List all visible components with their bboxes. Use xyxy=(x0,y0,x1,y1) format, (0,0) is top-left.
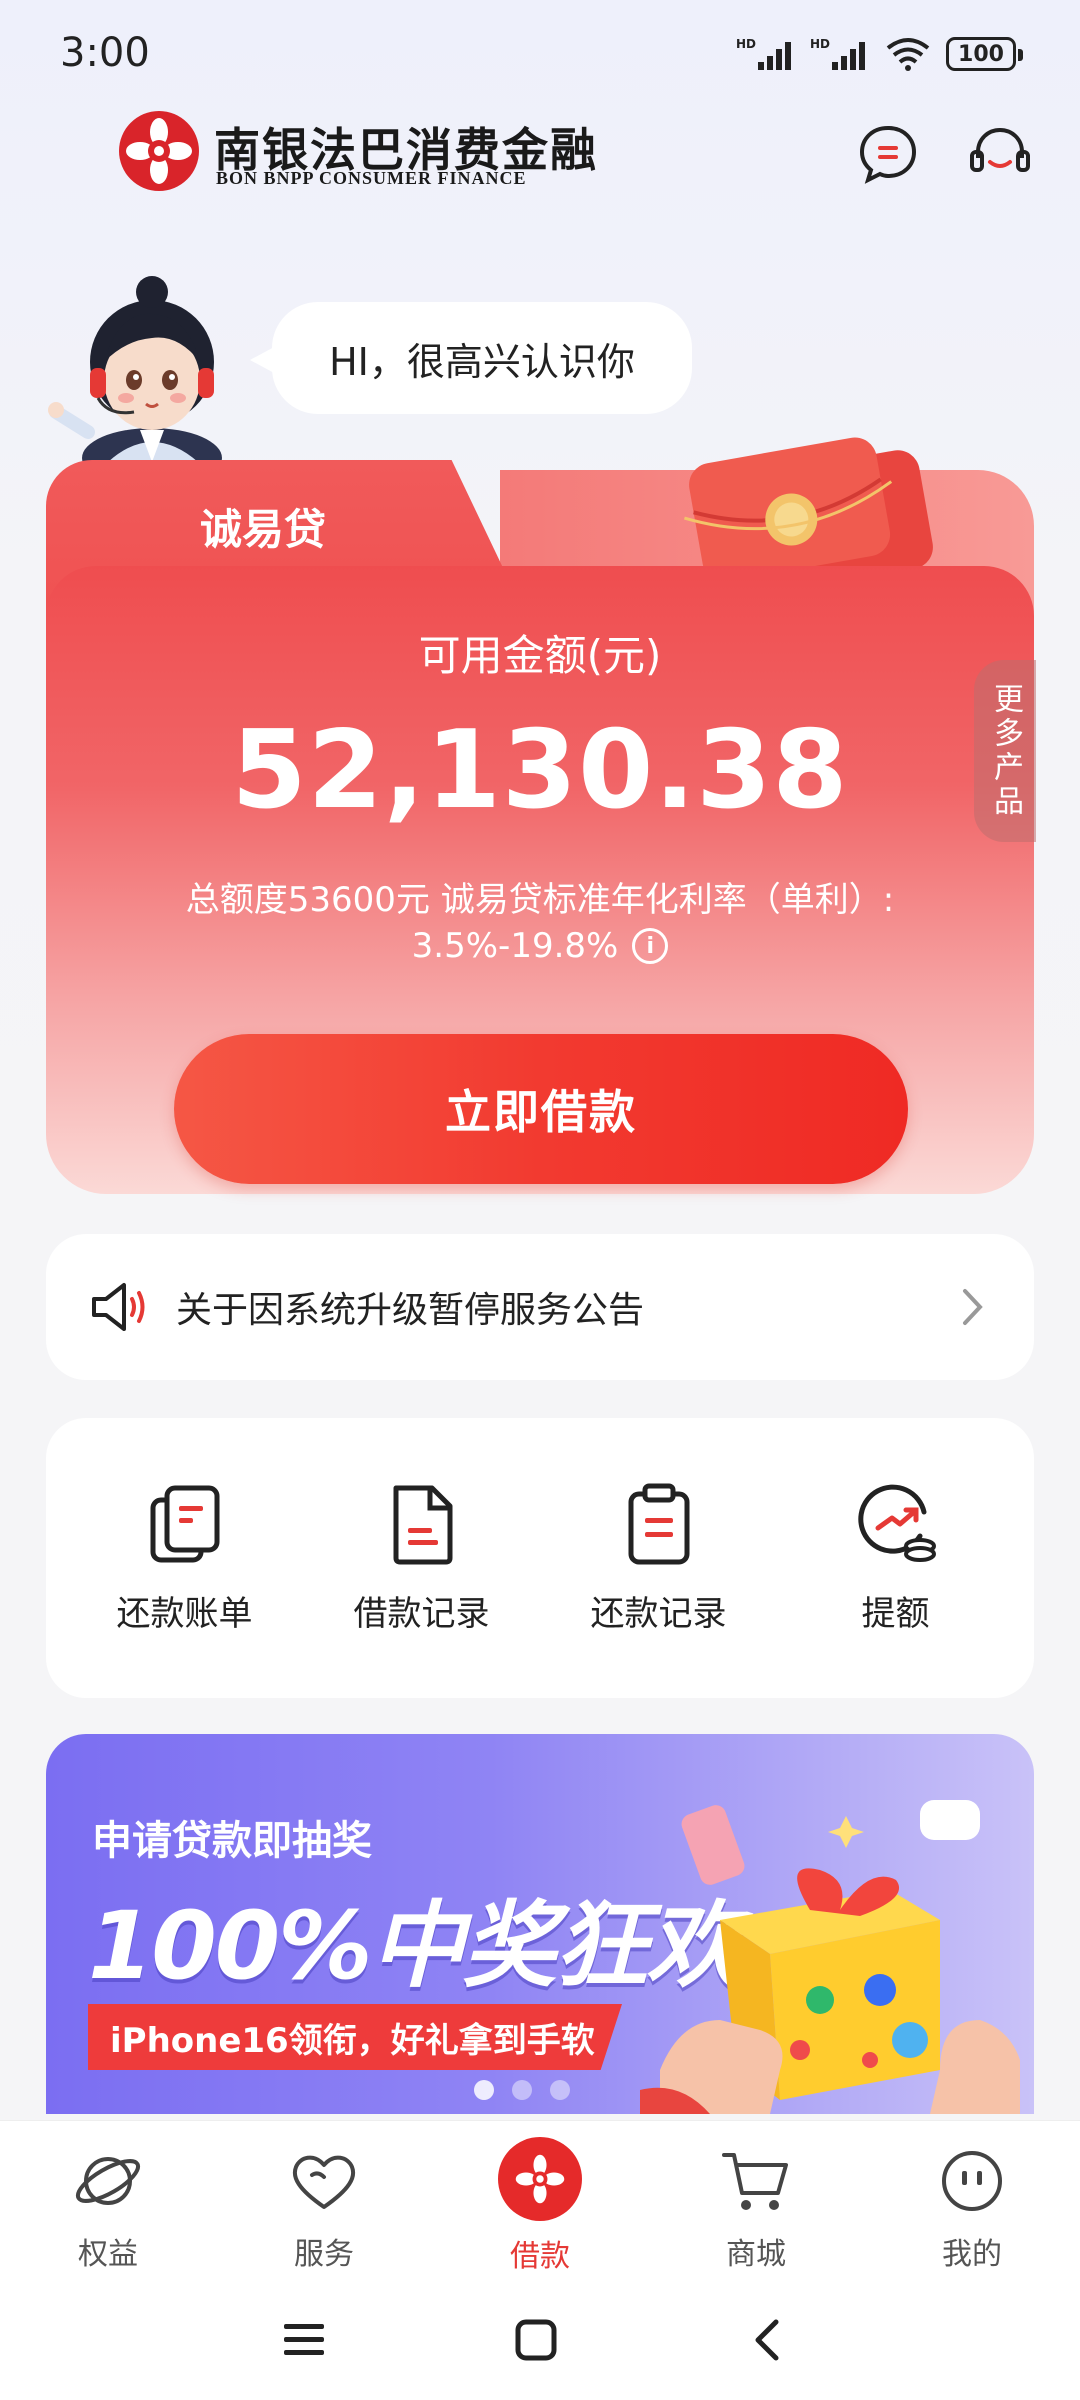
gift-box-icon xyxy=(640,1800,1020,2114)
raise-limit-action[interactable]: 提额 xyxy=(796,1418,996,1698)
more-products-tab[interactable]: 更多产品 xyxy=(974,660,1036,842)
pager-dot[interactable] xyxy=(550,2080,570,2100)
nav-label: 我的 xyxy=(942,2237,1002,2272)
system-nav-bar xyxy=(0,2280,1080,2400)
greeting-bubble: HI，很高兴认识你 xyxy=(250,302,692,414)
rate-range-row: 3.5%-19.8% i xyxy=(0,926,1080,966)
battery-indicator: 100 xyxy=(946,37,1023,71)
document-icon xyxy=(393,1485,452,1565)
assistant-avatar[interactable] xyxy=(48,262,238,472)
cellular-signal-icon: HD xyxy=(736,37,791,70)
nav-item-service[interactable]: 服务 xyxy=(234,2121,414,2280)
action-label: 还款账单 xyxy=(116,1594,253,1634)
nav-item-mine[interactable]: 我的 xyxy=(882,2121,1062,2280)
brand-logo-icon xyxy=(119,111,199,191)
nav-label: 服务 xyxy=(294,2237,354,2272)
bill-icon xyxy=(150,1485,219,1563)
flower-logo-glyph-icon xyxy=(515,2154,565,2204)
bottom-nav: 权益 服务 借款 商城 我的 xyxy=(0,2120,1080,2280)
chat-icon[interactable] xyxy=(856,122,920,186)
speaker-icon xyxy=(92,1283,145,1331)
back-icon[interactable] xyxy=(752,2318,782,2362)
borrow-now-button[interactable]: 立即借款 xyxy=(174,1034,908,1184)
available-amount-label: 可用金额(元) xyxy=(418,631,662,680)
repayment-bill-action[interactable]: 还款账单 xyxy=(85,1418,285,1698)
product-name[interactable]: 诚易贷 xyxy=(200,496,326,557)
heart-icon xyxy=(292,2155,356,2209)
pager-dot[interactable] xyxy=(512,2080,532,2100)
banner-subtitle: 申请贷款即抽奖 xyxy=(92,1818,372,1864)
cart-icon xyxy=(722,2153,788,2210)
wifi-icon xyxy=(886,38,930,71)
banner-pager xyxy=(474,2080,570,2100)
action-label: 提额 xyxy=(861,1594,930,1634)
planet-icon xyxy=(75,2157,141,2205)
credit-limit-rate-text: 总额度53600元 诚易贷标准年化利率（单利）: xyxy=(185,880,895,920)
repayment-records-action[interactable]: 还款记录 xyxy=(559,1418,759,1698)
nav-label: 借款 xyxy=(510,2239,570,2274)
home-icon[interactable] xyxy=(514,2318,558,2362)
pager-dot[interactable] xyxy=(474,2080,494,2100)
nav-label: 商城 xyxy=(726,2237,786,2272)
flower-logo-icon xyxy=(498,2137,582,2221)
status-icons: HD HD 100 xyxy=(736,36,1023,72)
svg-text:HD: HD xyxy=(810,37,830,51)
clipboard-icon xyxy=(628,1483,689,1565)
limit-up-icon xyxy=(857,1484,936,1562)
menu-icon[interactable] xyxy=(282,2320,326,2360)
headset-icon[interactable] xyxy=(968,122,1032,186)
announcement-bar[interactable]: 关于因系统升级暂停服务公告 xyxy=(46,1234,1034,1380)
nav-item-benefits[interactable]: 权益 xyxy=(18,2121,198,2280)
action-label: 还款记录 xyxy=(590,1594,727,1634)
quick-actions: 还款账单 借款记录 还款记录 提额 xyxy=(46,1418,1034,1698)
svg-text:HD: HD xyxy=(736,37,756,51)
nav-item-mall[interactable]: 商城 xyxy=(666,2121,846,2280)
status-time: 3:00 xyxy=(60,30,150,76)
action-label: 借款记录 xyxy=(353,1594,490,1634)
loan-records-action[interactable]: 借款记录 xyxy=(322,1418,522,1698)
rate-range: 3.5%-19.8% xyxy=(411,926,619,966)
brand-name-en: BON BNPP CONSUMER FINANCE xyxy=(216,168,527,188)
banner-ribbon: iPhone16领衔，好礼拿到手软 xyxy=(88,2004,622,2070)
announcement-text: 关于因系统升级暂停服务公告 xyxy=(176,1290,645,1331)
chevron-right-icon xyxy=(963,1289,983,1325)
info-icon[interactable]: i xyxy=(632,928,669,964)
cellular-signal-2-icon: HD xyxy=(810,37,865,70)
nav-item-loan[interactable]: 借款 xyxy=(450,2121,630,2280)
smiley-icon xyxy=(942,2151,1002,2211)
available-amount: 52,130.38 xyxy=(231,708,849,833)
nav-label: 权益 xyxy=(78,2237,138,2272)
